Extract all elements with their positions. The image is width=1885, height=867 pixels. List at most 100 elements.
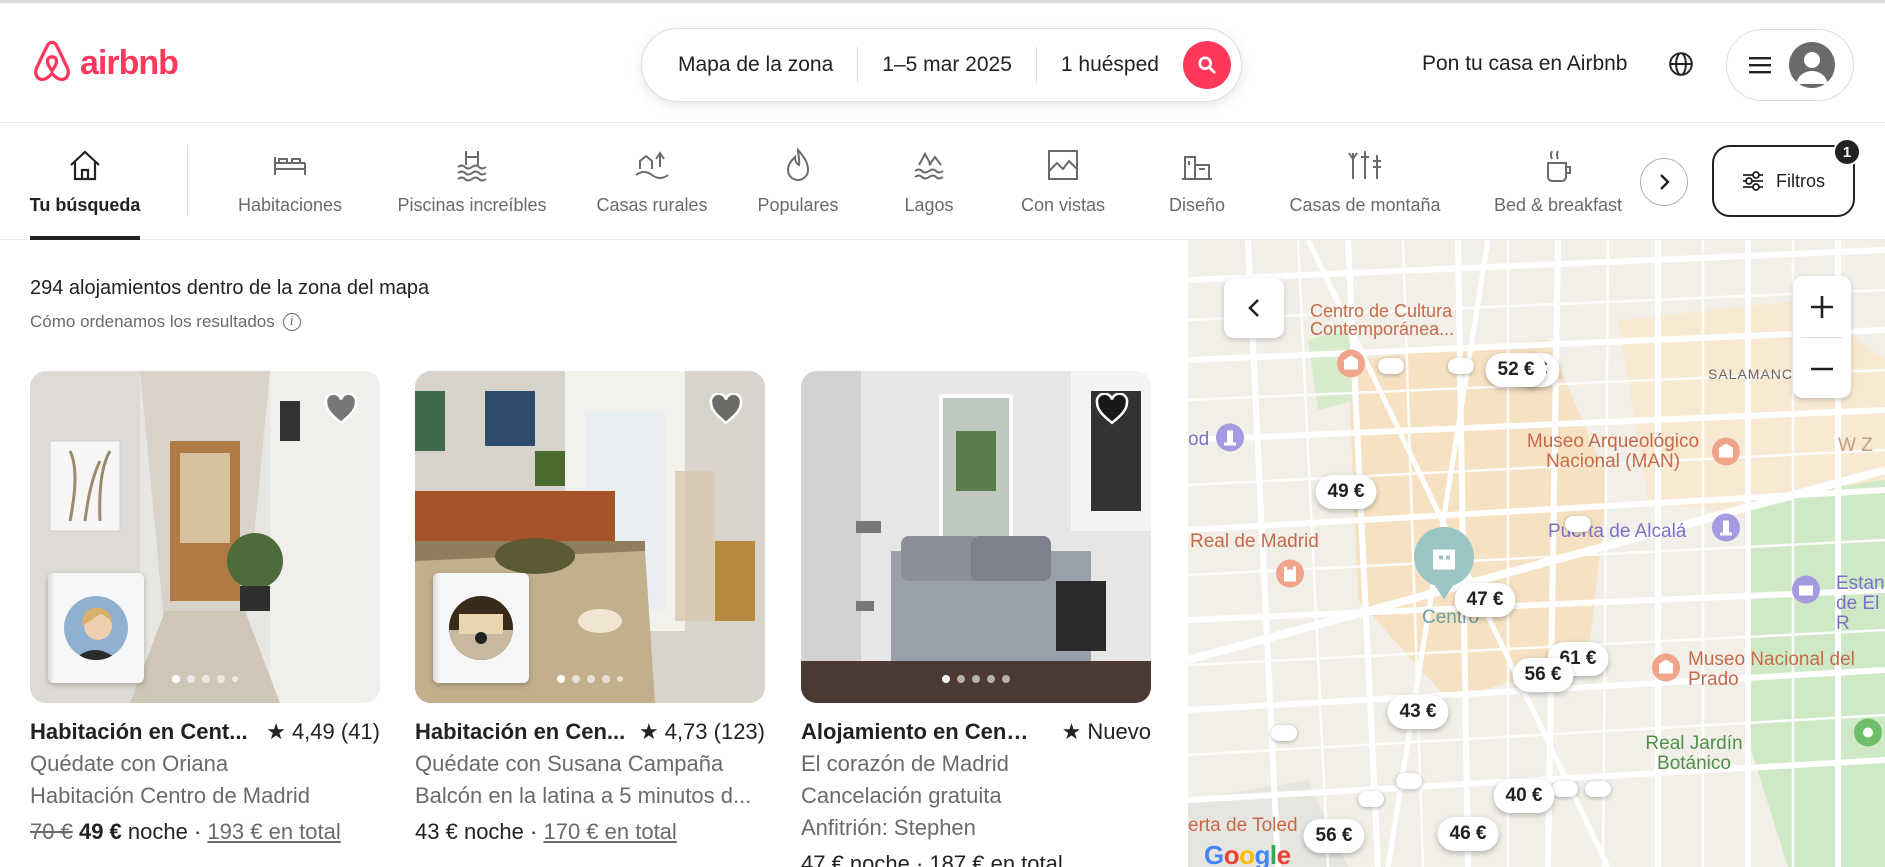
- carousel-dot[interactable]: [187, 675, 195, 683]
- collapse-map-button[interactable]: [1224, 278, 1284, 338]
- zoom-out-button[interactable]: [1793, 338, 1851, 399]
- map-pin-dot[interactable]: [1448, 358, 1474, 374]
- castle-poi-icon[interactable]: [1274, 558, 1306, 595]
- wishlist-heart-button[interactable]: [324, 392, 358, 430]
- map-panel[interactable]: Centro de Cultura Contemporánea... SALAM…: [1188, 240, 1885, 867]
- carousel-dot[interactable]: [1002, 675, 1010, 683]
- listing-subtitle: El corazón de Madrid: [801, 751, 1009, 776]
- map-price-pin[interactable]: 46 €: [1437, 817, 1499, 851]
- map-pin-dot[interactable]: [1271, 725, 1297, 741]
- category-label: Tu búsqueda: [29, 195, 141, 215]
- map-price-pin[interactable]: 56 €: [1512, 658, 1574, 692]
- category-label: Populares: [757, 195, 839, 215]
- category-tu-busqueda[interactable]: Tu búsqueda: [30, 145, 140, 216]
- host-avatar: [64, 596, 128, 660]
- carousel-dot[interactable]: [972, 675, 980, 683]
- carousel-dot[interactable]: [957, 675, 965, 683]
- map-price-pin[interactable]: 47 €: [1454, 583, 1516, 617]
- airbnb-logo[interactable]: airbnb: [30, 39, 179, 87]
- results-sort-link[interactable]: Cómo ordenamos los resultados: [30, 312, 275, 332]
- host-avatar: [449, 596, 513, 660]
- category-bar: Tu búsqueda Habitaciones Piscinas increí…: [0, 123, 1885, 240]
- category-con-vistas[interactable]: Con vistas: [1019, 145, 1107, 216]
- plus-icon: [1811, 295, 1833, 318]
- category-label: Con vistas: [1020, 195, 1106, 215]
- map-pin-dot[interactable]: [1585, 781, 1611, 797]
- park-poi-icon[interactable]: [1790, 574, 1822, 611]
- carousel-dot[interactable]: [217, 675, 225, 683]
- map-pin-dot[interactable]: [1565, 516, 1591, 532]
- category-habitaciones[interactable]: Habitaciones: [235, 145, 345, 216]
- category-piscinas[interactable]: Piscinas increíbles: [395, 145, 549, 216]
- info-icon[interactable]: i: [282, 313, 301, 331]
- carousel-dot[interactable]: [617, 676, 623, 682]
- listing-host: Quédate con Susana Campaña: [415, 751, 724, 776]
- language-button[interactable]: [1668, 51, 1694, 82]
- map-price-pin[interactable]: 56 €: [1303, 819, 1365, 853]
- photo-carousel-dots: [801, 675, 1151, 683]
- map-price-pin[interactable]: 43 €: [1387, 695, 1449, 729]
- carousel-dot[interactable]: [587, 675, 595, 683]
- search-location[interactable]: Mapa de la zona: [642, 53, 857, 77]
- map-pin-dot[interactable]: [1552, 781, 1578, 797]
- map-pin-dot[interactable]: [1396, 773, 1422, 789]
- search-button[interactable]: [1183, 41, 1231, 89]
- price-unit: noche: [463, 819, 524, 844]
- museum-poi-icon[interactable]: [1335, 348, 1367, 385]
- category-populares[interactable]: Populares: [756, 145, 840, 216]
- wishlist-heart-button[interactable]: [709, 392, 743, 430]
- bed-icon: [274, 157, 306, 175]
- listing-price: 70 € 49 € noche · 193 € en total: [30, 819, 341, 844]
- category-label: Casas de montaña: [1289, 195, 1441, 215]
- category-next-button[interactable]: [1640, 158, 1688, 206]
- map-canvas: [1188, 240, 1885, 867]
- landmark-poi-icon[interactable]: [1214, 422, 1246, 459]
- google-g: G: [1204, 840, 1224, 867]
- map-pin-dot[interactable]: [1358, 791, 1384, 807]
- category-casas-rurales[interactable]: Casas rurales: [596, 145, 708, 216]
- listing-photo[interactable]: [801, 371, 1151, 703]
- listing-cancellation: Cancelación gratuita: [801, 783, 1002, 808]
- map-zoom-controls: [1793, 276, 1851, 398]
- total-price-link[interactable]: 170 € en total: [543, 819, 676, 844]
- listing-photo[interactable]: [415, 371, 765, 703]
- category-diseno[interactable]: Diseño: [1167, 145, 1227, 216]
- map-label-jardin-botanico: Real Jardín Botánico: [1645, 733, 1743, 774]
- search-dates[interactable]: 1–5 mar 2025: [858, 53, 1036, 77]
- carousel-dot[interactable]: [987, 675, 995, 683]
- wishlist-heart-button[interactable]: [1095, 392, 1129, 430]
- category-label: Habitaciones: [237, 195, 343, 215]
- monument-poi-icon[interactable]: [1710, 512, 1742, 549]
- carousel-dot[interactable]: [557, 675, 565, 683]
- results-sort-info[interactable]: Cómo ordenamos los resultados i: [30, 312, 301, 332]
- category-casas-montana[interactable]: Casas de montaña: [1288, 145, 1442, 216]
- category-bed-breakfast[interactable]: Bed & breakfast: [1490, 145, 1626, 216]
- map-price-pin[interactable]: 49 €: [1315, 475, 1377, 509]
- user-menu-button[interactable]: [1726, 29, 1854, 101]
- carousel-dot[interactable]: [232, 676, 238, 682]
- museum-poi-icon[interactable]: [1650, 652, 1682, 689]
- map-pin-dot[interactable]: [1378, 358, 1404, 374]
- category-lagos[interactable]: Lagos: [898, 145, 960, 216]
- map-price-pin[interactable]: 40 €: [1493, 779, 1555, 813]
- listing-card[interactable]: Alojamiento en Centr... ★ Nuevo El corazó…: [801, 371, 1151, 867]
- listing-card[interactable]: Habitación en Cent... ★ 4,49 (41) Quédate…: [30, 371, 380, 845]
- design-icon: [1182, 156, 1212, 180]
- star-icon: ★: [266, 719, 286, 744]
- listing-card[interactable]: Habitación en Cen... ★ 4,73 (123) Quédate…: [415, 371, 765, 845]
- map-price-pin[interactable]: 52 €: [1485, 353, 1547, 387]
- carousel-dot[interactable]: [942, 675, 950, 683]
- heart-icon: [324, 392, 358, 425]
- garden-poi-icon[interactable]: [1852, 717, 1884, 754]
- carousel-dot[interactable]: [572, 675, 580, 683]
- search-bar[interactable]: Mapa de la zona 1–5 mar 2025 1 huésped: [641, 28, 1242, 102]
- listing-description: Balcón en la latina a 5 minutos d...: [415, 783, 752, 808]
- zoom-in-button[interactable]: [1793, 276, 1851, 337]
- listing-photo[interactable]: [30, 371, 380, 703]
- carousel-dot[interactable]: [172, 675, 180, 683]
- carousel-dot[interactable]: [602, 675, 610, 683]
- carousel-dot[interactable]: [202, 675, 210, 683]
- host-your-home-link[interactable]: Pon tu casa en Airbnb: [1422, 52, 1627, 76]
- total-price-link[interactable]: 193 € en total: [207, 819, 340, 844]
- search-guests[interactable]: 1 huésped: [1037, 53, 1183, 77]
